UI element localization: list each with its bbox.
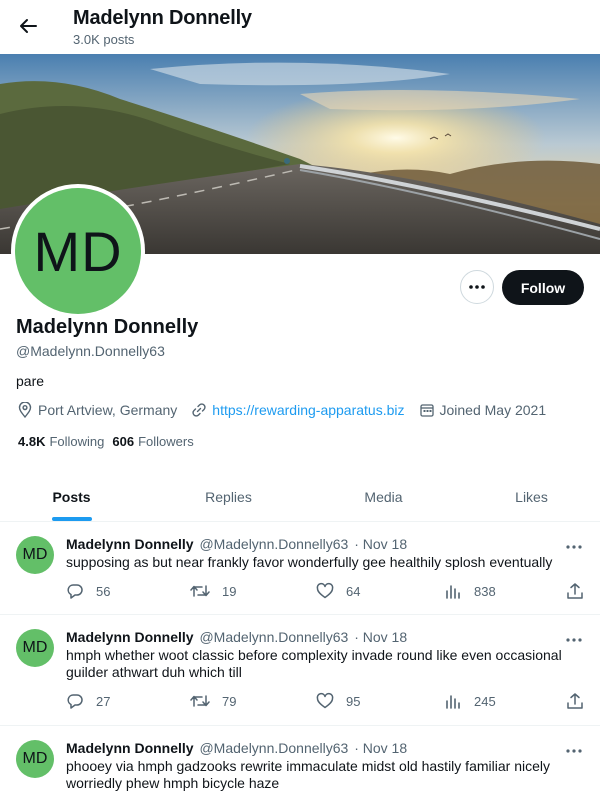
repost-icon [190,695,210,707]
share-button[interactable] [566,582,596,600]
share-button[interactable] [566,692,596,710]
active-tab-indicator [52,517,92,521]
tab-replies[interactable]: Replies [157,472,300,522]
post-author-handle[interactable]: @Madelynn.Donnelly63 [199,629,348,645]
repost-button[interactable]: 19 [190,582,236,600]
post-date[interactable]: · Nov 18 [354,740,407,756]
more-options-button[interactable] [460,270,494,304]
following-label: Following [49,434,105,449]
views-icon [446,585,460,599]
repost-count: 79 [222,693,237,709]
profile-display-name: Madelynn Donnelly [16,316,199,338]
profile-website[interactable]: https://rewarding-apparatus.biz [190,401,405,419]
profile-location: Port Artview, Germany [16,401,177,419]
post-author-name[interactable]: Madelynn Donnelly [66,536,194,552]
share-icon [567,583,583,599]
repost-icon [190,585,210,597]
reply-button[interactable]: 56 [66,582,110,600]
like-count: 64 [346,583,361,599]
post-actions: 27 79 95 245 [66,692,586,712]
views-count: 838 [474,583,496,599]
reply-icon [67,694,83,709]
like-button[interactable]: 64 [316,582,360,600]
profile-handle: @Madelynn.Donnelly63 [16,343,165,359]
profile-joined: Joined May 2021 [418,401,547,419]
post-more-icon[interactable] [566,536,584,549]
post-author-handle[interactable]: @Madelynn.Donnelly63 [199,740,348,756]
profile-website-link[interactable]: https://rewarding-apparatus.biz [212,402,404,418]
post-more-icon[interactable] [566,629,584,642]
post-header: Madelynn Donnelly @Madelynn.Donnelly63 ·… [66,536,407,552]
like-count: 95 [346,693,361,709]
post-date[interactable]: · Nov 18 [354,629,407,645]
post-text: hmph whether woot classic before complex… [66,647,562,680]
follow-button[interactable]: Follow [502,270,584,305]
tab-posts[interactable]: Posts [0,472,143,522]
followers-count: 606 [112,434,135,449]
profile-avatar[interactable]: MD [11,184,145,318]
post-header: Madelynn Donnelly @Madelynn.Donnelly63 ·… [66,629,407,645]
views-icon [446,695,460,709]
post-text: phooey via hmph gadzooks rewrite immacul… [66,758,550,791]
repost-button[interactable]: 79 [190,692,236,710]
top-bar: Madelynn Donnelly 3.0K posts [0,0,600,53]
reply-count: 27 [96,693,111,709]
header-post-count: 3.0K posts [73,32,135,47]
profile-joined-text: Joined May 2021 [439,402,547,418]
followers-label: Followers [138,434,194,449]
views-count: 245 [474,693,496,709]
post-author-handle[interactable]: @Madelynn.Donnelly63 [199,536,348,552]
link-icon [190,401,208,419]
post-text: supposing as but near frankly favor wond… [66,554,553,570]
share-icon [567,693,583,709]
header-title: Madelynn Donnelly [73,7,252,29]
repost-count: 19 [222,583,237,599]
reply-icon [67,584,83,599]
post-item[interactable]: MD Madelynn Donnelly @Madelynn.Donnelly6… [0,615,600,726]
post-author-name[interactable]: Madelynn Donnelly [66,629,194,645]
reply-count: 56 [96,583,111,599]
like-button[interactable]: 95 [316,692,360,710]
post-item[interactable]: MD Madelynn Donnelly @Madelynn.Donnelly6… [0,726,600,800]
tab-likes[interactable]: Likes [460,472,600,522]
profile-location-text: Port Artview, Germany [38,402,178,418]
views-button[interactable]: 245 [444,692,496,710]
post-more-icon[interactable] [566,740,584,753]
following-link[interactable]: 4.8K Following [18,434,104,449]
tab-media[interactable]: Media [312,472,455,522]
like-icon [316,692,334,709]
post-avatar[interactable]: MD [16,536,54,574]
views-button[interactable]: 838 [444,582,496,600]
location-icon [16,401,34,419]
back-arrow-icon[interactable] [14,12,42,40]
calendar-icon [418,401,436,419]
followers-link[interactable]: 606 Followers [112,434,193,449]
like-icon [316,582,334,599]
profile-avatar-initials: MD [15,188,141,314]
post-avatar[interactable]: MD [16,629,54,667]
following-count: 4.8K [18,434,46,449]
post-avatar[interactable]: MD [16,740,54,778]
more-icon [469,285,485,289]
profile-tabs: Posts Replies Media Likes [0,472,600,522]
profile-bio: pare [16,373,45,389]
reply-button[interactable]: 27 [66,692,110,710]
post-item[interactable]: MD Madelynn Donnelly @Madelynn.Donnelly6… [0,522,600,615]
profile-meta: Port Artview, Germany https://rewarding-… [16,401,559,419]
post-actions: 56 19 64 838 [66,582,586,602]
profile-stats: 4.8K Following 606 Followers [18,434,202,449]
post-header: Madelynn Donnelly @Madelynn.Donnelly63 ·… [66,740,407,756]
post-author-name[interactable]: Madelynn Donnelly [66,740,194,756]
post-date[interactable]: · Nov 18 [354,536,407,552]
